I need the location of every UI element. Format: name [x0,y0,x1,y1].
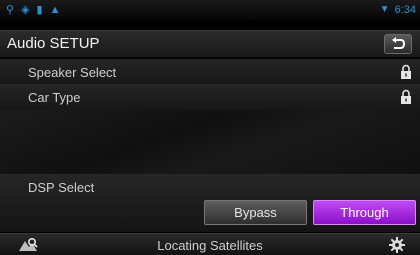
battery-icon: ▮ [36,4,43,16]
wifi-icon: ▼ [379,4,390,15]
usb-icon: ⚲ [6,4,15,16]
title-bar: Audio SETUP [0,30,420,58]
gear-icon [389,237,405,253]
back-arrow-icon [392,37,405,49]
audio-setup-screen: ⚲ ◈ ▮ ▲ ▼ 6:34 Audio SETUP Speaker Selec… [0,0,420,255]
car-type-label: Car Type [28,90,81,105]
status-icons: ⚲ ◈ ▮ ▲ [6,2,60,18]
settings-button[interactable] [380,235,414,255]
warning-icon: ▲ [49,4,61,16]
bypass-button[interactable]: Bypass [204,200,307,225]
status-bar: ⚲ ◈ ▮ ▲ ▼ 6:34 [0,0,420,20]
gps-status-text: Locating Satellites [157,238,263,253]
dsp-select-panel: DSP Select Bypass Through [0,174,420,232]
clock: 6:34 [394,4,416,16]
speaker-select-row[interactable]: Speaker Select [0,59,420,86]
through-button[interactable]: Through [313,200,416,225]
back-button[interactable] [384,34,412,54]
empty-area [0,110,420,174]
dsp-select-label: DSP Select [28,180,95,195]
car-type-row[interactable]: Car Type [0,84,420,111]
speaker-select-label: Speaker Select [28,65,117,80]
status-right: ▼ 6:34 [380,3,416,17]
lock-icon [401,64,411,79]
wireless-icon: ◈ [21,4,30,16]
page-title: Audio SETUP [7,35,100,52]
lock-icon [401,89,411,104]
bottom-bar: Locating Satellites [0,233,420,255]
